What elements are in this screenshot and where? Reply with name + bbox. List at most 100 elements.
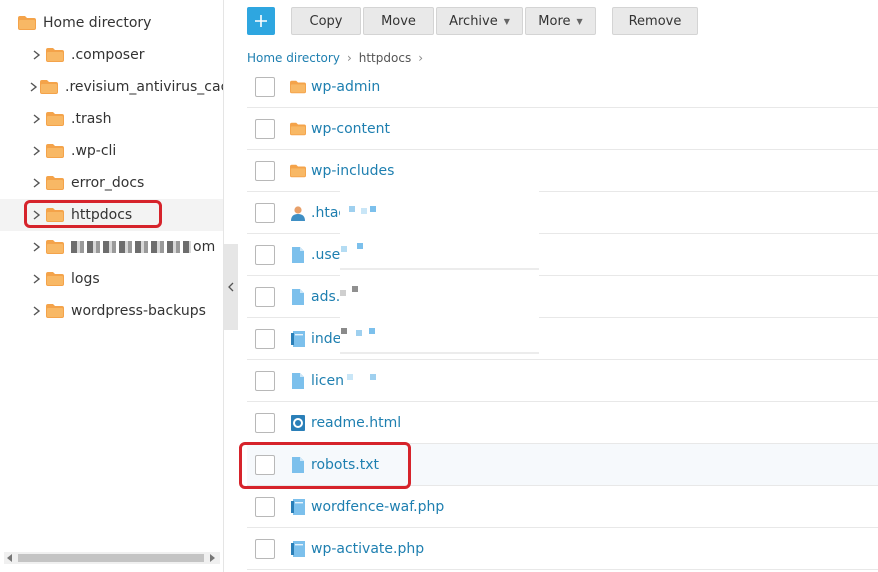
folder-icon <box>46 208 64 222</box>
tree-item-logs[interactable]: logs <box>0 263 223 295</box>
tree-item-redacted-domain[interactable]: om <box>0 231 223 263</box>
scrollbar-thumb[interactable] <box>18 554 204 562</box>
scroll-left-icon[interactable] <box>4 552 16 564</box>
chevron-right-icon[interactable] <box>30 176 44 190</box>
file-name-link[interactable]: wp-activate.php <box>311 541 424 557</box>
file-name-link[interactable]: ads. <box>311 289 340 305</box>
chevron-left-icon <box>228 282 234 292</box>
chevron-right-icon[interactable] <box>30 112 44 126</box>
collapse-panel-handle[interactable] <box>224 244 238 330</box>
folder-icon <box>290 121 306 137</box>
toolbar: Copy Move Archive ▼ More ▼ Remove <box>247 7 700 35</box>
file-name-link[interactable]: robots.txt <box>311 457 379 473</box>
tree-item-label: error_docs <box>71 175 145 191</box>
scroll-right-icon[interactable] <box>206 552 218 564</box>
tree-root-home[interactable]: Home directory <box>0 7 223 39</box>
row-checkbox[interactable] <box>255 496 275 517</box>
redacted-text-mask <box>71 241 191 253</box>
file-icon <box>290 246 306 263</box>
row-checkbox[interactable] <box>255 328 275 349</box>
chevron-right-icon[interactable] <box>30 144 44 158</box>
row-checkbox[interactable] <box>255 454 275 475</box>
tree-item-label: wordpress-backups <box>71 303 206 319</box>
chevron-right-icon[interactable] <box>30 208 44 222</box>
tree-item-revisium[interactable]: .revisium_antivirus_cach <box>0 71 224 103</box>
php-file-icon <box>290 330 306 347</box>
file-name-link[interactable]: licen <box>311 373 344 389</box>
folder-icon <box>290 163 306 179</box>
file-name-link[interactable]: readme.html <box>311 415 401 431</box>
file-row-wp-includes[interactable]: wp-includes <box>247 150 878 192</box>
file-name-link[interactable]: wordfence-waf.php <box>311 499 444 515</box>
remove-label: Remove <box>628 13 682 29</box>
tree-item-label: .revisium_antivirus_cach <box>65 79 224 95</box>
file-row-wordfence-waf[interactable]: wordfence-waf.php <box>247 486 878 528</box>
more-button[interactable]: More ▼ <box>525 7 596 35</box>
row-checkbox[interactable] <box>255 160 275 181</box>
breadcrumb-current: httpdocs <box>358 51 412 65</box>
redaction-pixel <box>361 208 367 214</box>
chevron-right-icon[interactable] <box>30 272 44 286</box>
row-checkbox[interactable] <box>255 370 275 391</box>
chevron-right-icon[interactable] <box>30 240 44 254</box>
file-row-readme-html[interactable]: readme.html <box>247 402 878 444</box>
breadcrumb: Home directory › httpdocs › <box>247 51 430 65</box>
redaction-pixel <box>369 328 375 334</box>
file-name-link[interactable]: .use <box>311 247 340 263</box>
file-name-link[interactable]: wp-includes <box>311 163 394 179</box>
folder-icon <box>18 16 36 30</box>
row-checkbox[interactable] <box>255 118 275 139</box>
archive-button[interactable]: Archive ▼ <box>436 7 523 35</box>
file-name-link[interactable]: wp-admin <box>311 79 380 95</box>
copy-button[interactable]: Copy <box>291 7 361 35</box>
tree-item-error-docs[interactable]: error_docs <box>0 167 223 199</box>
archive-label: Archive <box>449 13 498 29</box>
copy-label: Copy <box>309 13 343 29</box>
row-checkbox[interactable] <box>255 286 275 307</box>
row-checkbox[interactable] <box>255 202 275 223</box>
redaction-pixel <box>352 286 358 292</box>
tree-item-wordpress-backups[interactable]: wordpress-backups <box>0 295 223 327</box>
user-file-icon <box>290 205 306 221</box>
more-label: More <box>538 13 571 29</box>
tree-root-label: Home directory <box>43 15 152 31</box>
redaction-divider <box>340 352 539 354</box>
chevron-right-icon[interactable] <box>30 80 38 94</box>
breadcrumb-home-link[interactable]: Home directory <box>247 51 340 65</box>
tree-item-httpdocs[interactable]: httpdocs <box>0 199 223 231</box>
row-checkbox[interactable] <box>255 412 275 433</box>
file-row-wp-content[interactable]: wp-content <box>247 108 878 150</box>
file-row-wp-activate[interactable]: wp-activate.php <box>247 528 878 570</box>
redaction-pixel <box>340 290 346 296</box>
file-name-link[interactable]: inde <box>311 331 341 347</box>
php-file-icon <box>290 498 306 515</box>
chevron-right-icon[interactable] <box>30 304 44 318</box>
tree-item-label: .composer <box>71 47 145 63</box>
chevron-right-icon[interactable] <box>30 48 44 62</box>
move-button[interactable]: Move <box>363 7 434 35</box>
tree-item-label: om <box>193 239 216 255</box>
redaction-pixel <box>356 330 362 336</box>
file-row-license[interactable]: licen <box>247 360 878 402</box>
folder-icon <box>46 48 64 62</box>
add-button[interactable] <box>247 7 275 35</box>
chevron-right-icon: › <box>346 51 352 65</box>
file-name-link[interactable]: wp-content <box>311 121 390 137</box>
tree-item-composer[interactable]: .composer <box>0 39 223 71</box>
redaction-pixel <box>341 246 347 252</box>
remove-button[interactable]: Remove <box>612 7 698 35</box>
row-checkbox[interactable] <box>255 538 275 559</box>
file-row-robots-txt[interactable]: robots.txt <box>247 444 878 486</box>
tree-item-label: logs <box>71 271 100 287</box>
file-row-wp-admin[interactable]: wp-admin <box>247 74 878 108</box>
tree-item-trash[interactable]: .trash <box>0 103 223 135</box>
tree-horizontal-scrollbar[interactable] <box>4 552 220 564</box>
folder-icon <box>290 79 306 95</box>
html-file-icon <box>290 414 306 431</box>
row-checkbox[interactable] <box>255 244 275 265</box>
row-checkbox[interactable] <box>255 76 275 97</box>
folder-icon <box>46 112 64 126</box>
move-label: Move <box>381 13 416 29</box>
tree-item-wp-cli[interactable]: .wp-cli <box>0 135 223 167</box>
redaction-pixel <box>370 206 376 212</box>
